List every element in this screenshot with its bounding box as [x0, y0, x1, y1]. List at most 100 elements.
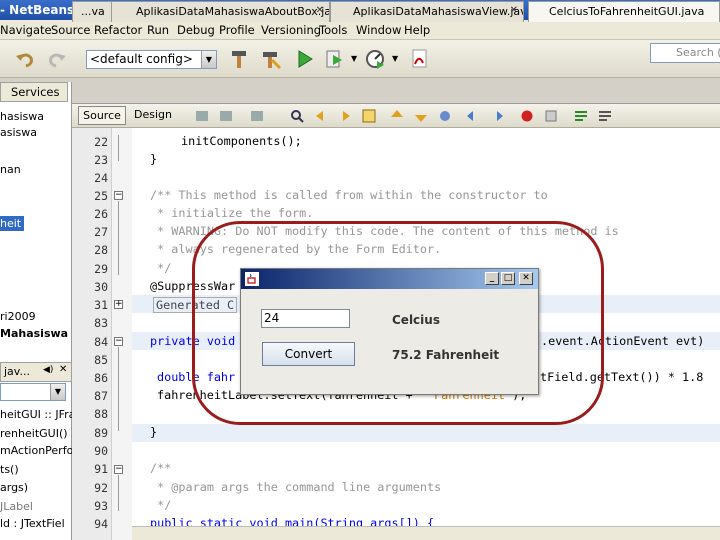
tab-services[interactable]: Services	[0, 82, 68, 102]
comment-icon[interactable]	[573, 108, 589, 124]
uncomment-icon[interactable]	[597, 108, 613, 124]
line-number: 23	[94, 153, 108, 167]
tab-editor-3[interactable]: AplikasiDataMahasiswaView.java ✕	[330, 1, 524, 22]
member-item[interactable]: ts()	[0, 463, 19, 476]
fold-guide	[118, 347, 119, 431]
line-number: 89	[94, 426, 108, 440]
menu-tools[interactable]: Tools	[319, 23, 347, 37]
line-number: 86	[94, 371, 108, 385]
tree-item-selected[interactable]: heit	[0, 216, 25, 231]
undo-icon[interactable]	[14, 48, 36, 70]
record-macro-icon[interactable]	[519, 108, 535, 124]
design-view-label: Design	[134, 108, 172, 121]
chevron-down-icon[interactable]: ▼	[351, 54, 357, 63]
fold-toggle-icon[interactable]: −	[114, 191, 123, 200]
highlight-icon[interactable]	[361, 108, 377, 124]
member-item[interactable]: JLabel	[0, 500, 33, 513]
find-icon[interactable]	[289, 108, 305, 124]
tree-item[interactable]: ri2009	[0, 310, 36, 323]
find-previous-icon[interactable]	[313, 108, 329, 124]
member-item[interactable]: mActionPerfor	[0, 444, 78, 457]
line-number: 93	[94, 499, 108, 513]
stop-macro-icon[interactable]	[543, 108, 559, 124]
toggle-bookmark-icon[interactable]	[437, 108, 453, 124]
horizontal-scrollbar[interactable]	[132, 526, 720, 540]
bookmark-next-icon[interactable]	[413, 108, 429, 124]
speaker-icon[interactable]: ◀)	[43, 365, 53, 375]
config-select-value: <default config>	[90, 52, 193, 66]
shift-left-icon[interactable]	[465, 108, 481, 124]
profile-icon[interactable]	[364, 48, 386, 70]
line-number: 94	[94, 517, 108, 531]
tree-item[interactable]: nan	[0, 163, 21, 176]
redo-icon[interactable]	[46, 48, 68, 70]
close-icon[interactable]: ✕	[316, 5, 324, 16]
code-line: /** This method is called from within th…	[150, 188, 548, 202]
line-number: 29	[94, 262, 108, 276]
search-input[interactable]: Search (C	[650, 43, 720, 63]
menu-window[interactable]: Window	[356, 23, 401, 37]
netbeans-window: - NetBeans IDE 6.5 Navigate Source Refac…	[0, 0, 720, 540]
shift-right-icon[interactable]	[489, 108, 505, 124]
tab-editor-active[interactable]: CelciusToFahrenheitGUI.java	[528, 1, 720, 22]
menu-refactor[interactable]: Refactor	[94, 23, 142, 37]
search-placeholder: Search (C	[676, 46, 720, 59]
line-number: 30	[94, 280, 108, 294]
tree-item[interactable]: asiswa	[0, 126, 37, 139]
chevron-down-icon[interactable]: ▼	[201, 51, 216, 68]
line-number: 27	[94, 225, 108, 239]
menu-run[interactable]: Run	[147, 23, 169, 37]
fold-guide	[118, 475, 119, 511]
debug-icon[interactable]	[324, 48, 346, 70]
fold-toggle-icon[interactable]: −	[114, 337, 123, 346]
member-item[interactable]: heitGUI :: JFra	[0, 408, 75, 421]
design-view-button[interactable]: Design	[130, 106, 176, 125]
code-line: }	[150, 152, 158, 166]
line-number: 22	[94, 135, 108, 149]
close-icon[interactable]: ✕	[510, 5, 518, 16]
fold-toggle-icon[interactable]: +	[114, 300, 123, 309]
bookmark-prev-icon[interactable]	[389, 108, 405, 124]
menu-versioning[interactable]: Versioning	[261, 23, 321, 37]
line-number: 31	[94, 298, 108, 312]
member-item[interactable]: args)	[0, 481, 28, 494]
menu-navigate[interactable]: Navigate	[0, 23, 52, 37]
line-number: 26	[94, 207, 108, 221]
line-number: 85	[94, 353, 108, 367]
fold-toggle-icon[interactable]: −	[114, 465, 123, 474]
find-next-icon[interactable]	[337, 108, 353, 124]
tree-item[interactable]: hasiswa	[0, 110, 44, 123]
close-icon[interactable]: ✕	[59, 364, 67, 375]
code-line: initComponents();	[181, 134, 302, 148]
back-icon[interactable]	[194, 108, 210, 124]
code-line: */	[150, 498, 172, 512]
navigator-select[interactable]: ▼	[0, 383, 66, 401]
build-hammer-icon[interactable]	[228, 48, 250, 70]
line-number: 84	[94, 335, 108, 349]
clean-build-icon[interactable]	[260, 48, 282, 70]
menu-profile[interactable]: Profile	[219, 23, 255, 37]
chevron-down-icon[interactable]: ▼	[50, 384, 65, 400]
forward-icon[interactable]	[218, 108, 234, 124]
config-select[interactable]: <default config> ▼	[86, 50, 217, 69]
source-view-button[interactable]: Source	[78, 106, 126, 125]
tree-item-project[interactable]: Mahasiswa	[0, 327, 68, 340]
tab-label: CelciusToFahrenheitGUI.java	[549, 5, 705, 18]
tab-label: AplikasiDataMahasiswaAboutBox.java	[136, 5, 330, 18]
pdf-export-icon[interactable]	[408, 48, 430, 70]
member-item[interactable]: ld : JTextFiel	[0, 517, 65, 530]
menu-debug[interactable]: Debug	[177, 23, 215, 37]
chevron-down-icon[interactable]: ▼	[392, 54, 398, 63]
menu-source[interactable]: Source	[51, 23, 91, 37]
code-line: * initialize the form.	[150, 206, 314, 220]
editor-tabs	[72, 82, 720, 104]
menu-help[interactable]: Help	[404, 23, 430, 37]
line-number: 28	[94, 243, 108, 257]
run-icon[interactable]	[294, 48, 316, 70]
history-icon[interactable]	[249, 108, 265, 124]
code-line: */	[150, 261, 172, 275]
line-number: 88	[94, 407, 108, 421]
member-item[interactable]: renheitGUI()	[0, 427, 68, 440]
tab-editor-2[interactable]: AplikasiDataMahasiswaAboutBox.java ✕	[111, 1, 330, 22]
navigator-header: jav... ◀) ✕	[0, 362, 72, 382]
